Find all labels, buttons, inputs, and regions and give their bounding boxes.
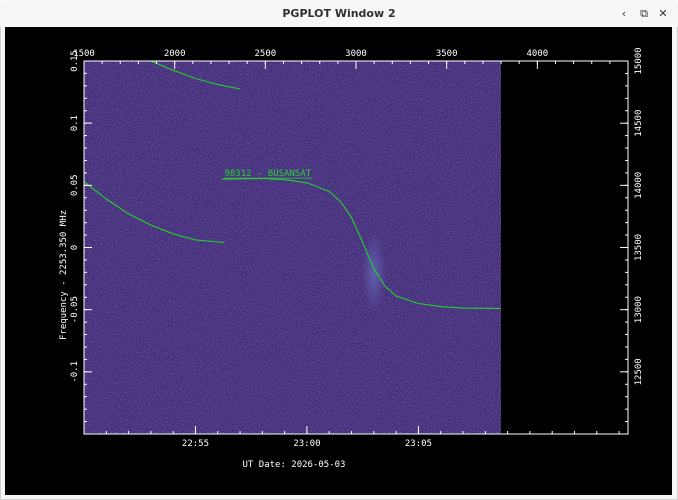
- plot-canvas: 98312 - BUSANSAT 22:55 23:00 23:05 1500 2000…: [5, 27, 672, 495]
- right-tick-label: 14000: [634, 172, 644, 199]
- right-tick-label: 14500: [634, 110, 644, 137]
- top-tick-label: 2500: [254, 49, 276, 59]
- window-title: PGPLOT Window 2: [282, 7, 396, 20]
- top-tick-label: 3000: [345, 49, 367, 59]
- right-tick-label: 15000: [634, 47, 644, 74]
- y-axis-label: Frequency - 2253.350 MHz: [59, 210, 69, 340]
- minimize-button[interactable]: ‹: [617, 7, 631, 21]
- right-tick-label: 12500: [634, 358, 644, 385]
- bottom-tick-label: 23:00: [293, 439, 320, 449]
- satellite-label: 98312 - BUSANSAT: [224, 169, 311, 179]
- top-tick-label: 4000: [526, 49, 548, 59]
- pgplot-window: PGPLOT Window 2 ‹ ⧉ ✕ 98312 - BUSANSAT 2…: [0, 0, 678, 500]
- left-tick-label: 0: [70, 245, 80, 250]
- spectrogram-noise: [84, 61, 501, 434]
- spectrogram-plot: 98312 - BUSANSAT 22:55 23:00 23:051500 2000…: [59, 47, 644, 470]
- left-tick-label: 0.05: [70, 174, 80, 196]
- left-tick-label: -0.05: [70, 296, 80, 323]
- signal-trace: [361, 232, 386, 313]
- left-tick-label: 0.15: [70, 50, 80, 72]
- title-bar[interactable]: PGPLOT Window 2 ‹ ⧉ ✕: [0, 0, 678, 27]
- top-tick-label: 2000: [164, 49, 186, 59]
- left-tick-label: -0.1: [70, 361, 80, 383]
- right-tick-label: 13500: [634, 234, 644, 261]
- close-button[interactable]: ✕: [656, 7, 670, 21]
- left-tick-label: 0.1: [70, 115, 80, 131]
- bottom-tick-label: 22:55: [182, 439, 209, 449]
- bottom-tick-label: 23:05: [405, 439, 432, 449]
- right-tick-label: 13000: [634, 296, 644, 323]
- top-tick-label: 3500: [436, 49, 458, 59]
- x-axis-label: UT Date: 2026-05-03: [243, 460, 346, 470]
- restore-button[interactable]: ⧉: [637, 7, 651, 21]
